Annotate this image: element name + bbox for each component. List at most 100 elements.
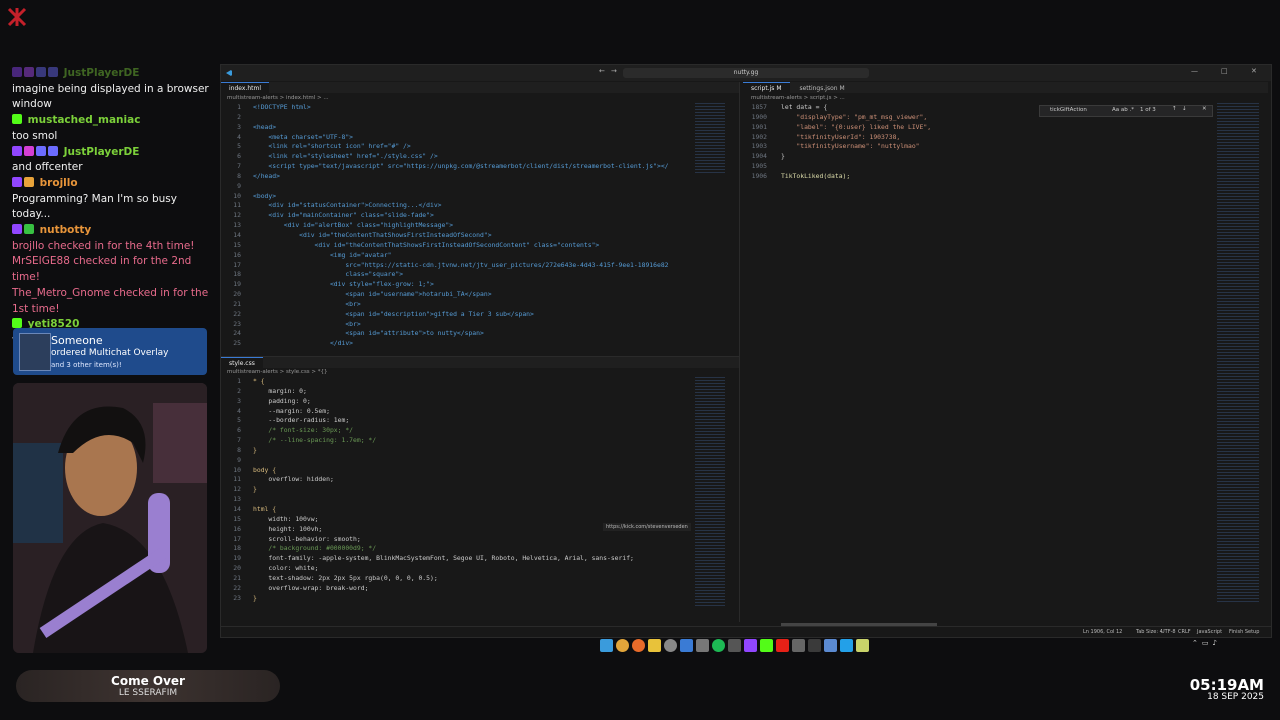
line-number: 22 — [233, 583, 241, 592]
tab-script-js[interactable]: script.js M — [743, 82, 790, 94]
status-bar: Ln 1906, Col 12 Tab Size: 4 UTF-8 CRLF J… — [221, 626, 1271, 637]
css-editor[interactable]: * { margin: 0; padding: 0; --margin: 0.5… — [253, 377, 693, 605]
overlay-clock: 05:19AM 18 SEP 2025 — [1190, 676, 1264, 702]
tab-settings-json[interactable]: settings.json M — [791, 83, 852, 94]
code-line: } — [253, 593, 257, 602]
finish-setup[interactable]: Finish Setup — [1229, 629, 1259, 635]
app-icon-4[interactable] — [792, 639, 805, 652]
line-number: 5 — [237, 142, 241, 151]
code-line: <head> — [253, 122, 277, 131]
line-number: 21 — [233, 299, 241, 308]
volume-icon[interactable]: ♪ — [1213, 639, 1217, 647]
line-number: 11 — [233, 201, 241, 210]
tab-size[interactable]: Tab Size: 4 — [1136, 629, 1163, 635]
vscode-taskbar-icon[interactable] — [840, 639, 853, 652]
webcam-feed — [13, 383, 207, 653]
code-line: <div style="flex-grow: 1;"> — [253, 280, 434, 289]
find-previous-icon[interactable]: ↑ — [1172, 106, 1177, 112]
chevron-up-icon[interactable]: ⌃ — [1192, 639, 1198, 647]
cursor-position[interactable]: Ln 1906, Col 12 — [1083, 629, 1122, 635]
line-number: 16 — [233, 250, 241, 259]
code-line: <script type="text/javascript" src="http… — [253, 162, 669, 171]
tab-index-html[interactable]: index.html — [221, 82, 269, 94]
youtube-icon[interactable] — [776, 639, 789, 652]
line-number: 23 — [233, 319, 241, 328]
order-name: Someone — [51, 334, 103, 347]
code-line: <div id="theContentThatShowsFirstInstead… — [253, 230, 492, 239]
code-line: "tikfinityUsername": "nuttylmao" — [781, 142, 920, 151]
find-input[interactable]: tickGiftAction — [1050, 107, 1087, 113]
minimap-js[interactable] — [1217, 103, 1259, 603]
encoding[interactable]: UTF-8 — [1161, 629, 1176, 635]
code-line: --border-radius: 1em; — [253, 416, 350, 425]
minimap-css[interactable] — [695, 377, 725, 607]
app-icon-2[interactable] — [696, 639, 709, 652]
file-explorer-icon[interactable] — [648, 639, 661, 652]
back-arrow-icon[interactable]: ← — [599, 67, 605, 75]
chat-message: and offcenter — [12, 161, 83, 174]
minimize-icon[interactable]: — — [1191, 67, 1198, 75]
code-line: body { — [253, 465, 277, 474]
kick-icon[interactable] — [760, 639, 773, 652]
code-line: overflow: hidden; — [253, 475, 334, 484]
line-number: 1 — [237, 103, 241, 111]
line-number: 4 — [237, 406, 241, 415]
breadcrumb-script: multistream-alerts > script.js > ... — [751, 95, 845, 101]
chat-badge-icon — [36, 145, 46, 156]
streamerbot-icon[interactable] — [808, 639, 821, 652]
line-numbers-css: 1 2 3 4 5 6 7 8 9 10 11 12 13 14 15 16 17 18 19 20 21 22 23 — [221, 377, 241, 603]
chat-username: mustached_maniac — [24, 114, 141, 127]
vscode-window: ← → nutty.gg — □ ✕ index.html multistrea… — [220, 64, 1272, 638]
line-number: 8 — [237, 171, 241, 180]
line-number: 17 — [233, 260, 241, 269]
app-icon-5[interactable] — [824, 639, 837, 652]
code-line: } — [781, 152, 785, 161]
code-line: <br> — [253, 319, 361, 328]
line-number: 14 — [233, 504, 241, 513]
app-icon[interactable] — [680, 639, 693, 652]
twitch-icon[interactable] — [744, 639, 757, 652]
notepad-icon[interactable] — [856, 639, 869, 652]
line-number: 15 — [233, 514, 241, 523]
find-widget: tickGiftAction Aa ab .* 1 of 3 ↑ ↓ ✕ — [1039, 105, 1213, 117]
app-icon-3[interactable] — [728, 639, 741, 652]
tab-style-css[interactable]: style.css — [221, 357, 263, 369]
find-next-icon[interactable]: ↓ — [1182, 106, 1187, 112]
html-editor[interactable]: <!DOCTYPE html> <head> <meta charset="UT… — [253, 103, 693, 353]
spotify-icon[interactable] — [712, 639, 725, 652]
code-line: <span id="attribute">to nutty</span> — [253, 329, 484, 338]
chat-badge-icon — [48, 145, 58, 156]
line-number: 19 — [233, 280, 241, 289]
chat-username: brojllo — [36, 176, 78, 189]
line-number: 7 — [237, 436, 241, 445]
code-line: scroll-behavior: smooth; — [253, 534, 361, 543]
line-number: 9 — [237, 181, 241, 190]
chat-badge-icon — [24, 67, 34, 77]
hover-link-tooltip: https://kick.com/stevenverseden — [603, 523, 691, 531]
forward-arrow-icon[interactable]: → — [611, 67, 617, 75]
find-close-icon[interactable]: ✕ — [1202, 106, 1207, 112]
minimap-html[interactable] — [695, 103, 725, 173]
line-number: 20 — [233, 564, 241, 573]
windows-start-icon[interactable] — [600, 639, 613, 652]
code-line: <img id="avatar" — [253, 250, 392, 259]
network-icon[interactable]: ▭ — [1202, 639, 1209, 647]
code-line: TikTokLiked(data); — [781, 171, 851, 180]
firefox-icon[interactable] — [632, 639, 645, 652]
close-icon[interactable]: ✕ — [1251, 67, 1257, 75]
maximize-icon[interactable]: □ — [1221, 67, 1228, 75]
chat-user-row: nutbotty — [12, 223, 212, 239]
chrome-icon[interactable] — [616, 639, 629, 652]
command-center[interactable]: nutty.gg — [623, 68, 869, 78]
eol[interactable]: CRLF — [1178, 629, 1191, 635]
code-line: /* background: #000000d9; */ — [253, 544, 377, 553]
language-mode[interactable]: JavaScript — [1197, 629, 1222, 635]
line-number: 1903 — [751, 142, 767, 151]
settings-icon[interactable] — [664, 639, 677, 652]
find-options[interactable]: Aa ab .* — [1112, 107, 1134, 113]
title-bar: ← → nutty.gg — □ ✕ — [221, 65, 1271, 81]
code-line: <span id="description">gifted a Tier 3 s… — [253, 309, 534, 318]
system-tray: ⌃ ▭ ♪ — [1192, 639, 1217, 647]
